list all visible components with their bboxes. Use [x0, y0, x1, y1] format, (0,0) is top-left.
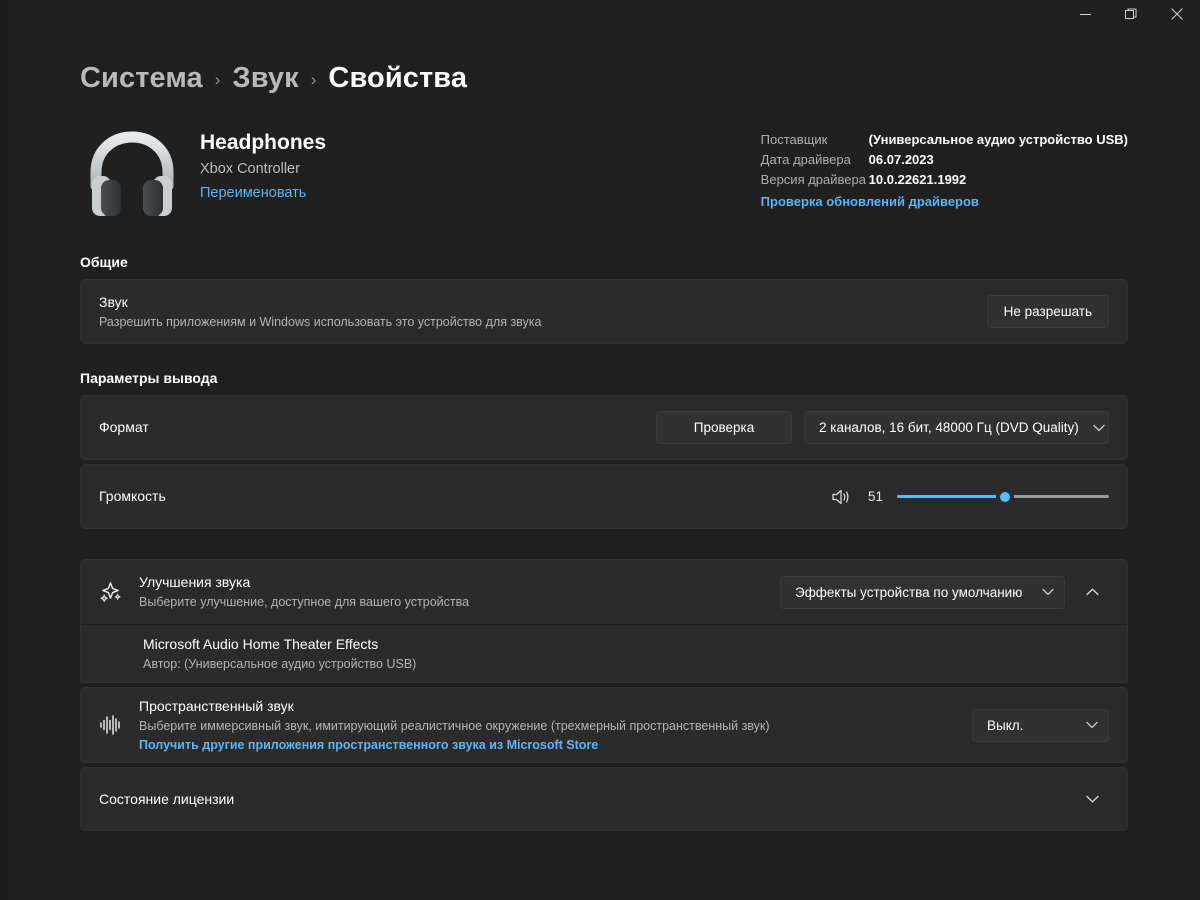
- sparkle-icon: [99, 580, 139, 604]
- volume-row-title: Громкость: [99, 488, 166, 504]
- restore-button[interactable]: [1108, 0, 1154, 28]
- speaker-icon: [832, 489, 849, 504]
- enhancements-row: Улучшения звука Выберите улучшение, дост…: [81, 560, 1127, 624]
- title-bar: [8, 0, 1200, 28]
- close-button[interactable]: [1154, 0, 1200, 28]
- license-card[interactable]: Состояние лицензии: [80, 767, 1128, 831]
- sound-card: Звук Разрешить приложениям и Windows исп…: [80, 279, 1128, 344]
- breadcrumb: Система › Звук › Свойства: [80, 28, 1128, 100]
- license-expander-button[interactable]: [1075, 782, 1109, 816]
- spatial-subtitle: Выберите иммерсивный звук, имитирующий р…: [139, 718, 770, 733]
- driver-date-row: Дата драйвера 06.07.2023: [761, 150, 1128, 170]
- enhancements-subtitle: Выберите улучшение, доступное для вашего…: [139, 595, 470, 609]
- chevron-down-icon: [1093, 424, 1105, 431]
- license-title: Состояние лицензии: [99, 790, 235, 807]
- format-row: Формат Проверка 2 каналов, 16 бит, 48000…: [81, 396, 1127, 459]
- enhancement-item-title: Microsoft Audio Home Theater Effects: [143, 635, 379, 652]
- volume-row-text: Громкость: [99, 487, 831, 506]
- format-row-text: Формат: [99, 418, 656, 437]
- spatial-dropdown-value: Выкл.: [987, 717, 1024, 733]
- sound-row: Звук Разрешить приложениям и Windows исп…: [81, 280, 1127, 343]
- spatial-store-link[interactable]: Получить другие приложения пространствен…: [139, 736, 598, 754]
- format-dropdown[interactable]: 2 каналов, 16 бит, 48000 Гц (DVD Quality…: [804, 411, 1109, 444]
- license-row-text: Состояние лицензии: [99, 790, 1065, 809]
- breadcrumb-item-sound[interactable]: Звук: [232, 62, 298, 95]
- spatial-card: Пространственный звук Выберите иммерсивн…: [80, 687, 1128, 763]
- driver-info: Поставщик (Универсальное аудио устройств…: [761, 130, 1128, 212]
- chevron-down-icon: [1042, 588, 1054, 596]
- device-subtitle: Xbox Controller: [200, 161, 300, 177]
- breadcrumb-item-system[interactable]: Система: [80, 62, 203, 95]
- spatial-dropdown[interactable]: Выкл.: [972, 708, 1109, 742]
- spatial-row-text: Пространственный звук Выберите иммерсивн…: [139, 697, 972, 754]
- driver-vendor-row: Поставщик (Универсальное аудио устройств…: [761, 130, 1128, 150]
- volume-card: Громкость 51: [80, 464, 1128, 529]
- minimize-button[interactable]: [1062, 0, 1108, 28]
- driver-version-row: Версия драйвера 10.0.22621.1992: [761, 170, 1128, 190]
- breadcrumb-item-properties: Свойства: [328, 61, 468, 94]
- disallow-button[interactable]: Не разрешать: [986, 295, 1109, 328]
- device-text: Headphones Xbox Controller Переименовать: [200, 124, 326, 228]
- format-card: Формат Проверка 2 каналов, 16 бит, 48000…: [80, 395, 1128, 460]
- slider-fill: [897, 495, 1006, 498]
- driver-vendor-label: Поставщик: [760, 132, 828, 147]
- sound-row-text: Звук Разрешить приложениям и Windows исп…: [99, 293, 987, 331]
- format-dropdown-value: 2 каналов, 16 бит, 48000 Гц (DVD Quality…: [819, 420, 1079, 435]
- chevron-up-icon: [1085, 588, 1099, 596]
- breadcrumb-separator-icon: ›: [214, 69, 221, 89]
- chevron-down-icon: [1085, 795, 1099, 803]
- volume-control: 51: [831, 487, 1109, 507]
- driver-date-value: 06.07.2023: [868, 152, 934, 167]
- section-title-output: Параметры вывода: [80, 370, 218, 386]
- sound-row-subtitle: Разрешить приложениям и Windows использо…: [99, 314, 542, 329]
- close-icon: [1171, 8, 1183, 20]
- enhancement-item-row[interactable]: Microsoft Audio Home Theater Effects Авт…: [81, 624, 1127, 682]
- enhancement-item-subtitle: Автор: (Универсальное аудио устройство U…: [143, 656, 417, 671]
- spatial-title: Пространственный звук: [139, 697, 294, 714]
- check-driver-updates-link[interactable]: Проверка обновлений драйверов: [761, 192, 1128, 212]
- settings-window: Система › Звук › Свойства Headphones Xbo…: [8, 0, 1200, 900]
- enhancements-expander-button[interactable]: [1075, 575, 1109, 609]
- rename-link[interactable]: Переименовать: [200, 182, 306, 204]
- enhancements-title: Улучшения звука: [139, 574, 251, 590]
- waveform-icon: [99, 714, 139, 736]
- restore-icon: [1124, 8, 1136, 19]
- driver-version-value: 10.0.22621.1992: [868, 172, 967, 187]
- enhancements-dropdown-value: Эффекты устройства по умолчанию: [795, 584, 1023, 600]
- enhancements-card: Улучшения звука Выберите улучшение, дост…: [80, 559, 1128, 683]
- chevron-down-icon: [1086, 721, 1098, 729]
- volume-slider[interactable]: [897, 487, 1109, 507]
- enhancements-row-text: Улучшения звука Выберите улучшение, дост…: [139, 573, 780, 611]
- license-row: Состояние лицензии: [81, 768, 1127, 830]
- driver-version-label: Версия драйвера: [760, 172, 866, 187]
- driver-vendor-value: (Универсальное аудио устройство USB): [868, 132, 1128, 147]
- device-header: Headphones Xbox Controller Переименовать…: [80, 124, 1128, 228]
- spatial-row: Пространственный звук Выберите иммерсивн…: [81, 688, 1127, 762]
- breadcrumb-separator-icon: ›: [310, 69, 317, 89]
- test-format-button[interactable]: Проверка: [656, 411, 792, 444]
- enhancements-dropdown[interactable]: Эффекты устройства по умолчанию: [780, 575, 1065, 609]
- minimize-icon: [1079, 13, 1091, 15]
- headphones-icon: [80, 124, 184, 224]
- settings-content: Система › Звук › Свойства Headphones Xbo…: [8, 28, 1200, 900]
- slider-thumb[interactable]: [996, 487, 1015, 506]
- section-title-general: Общие: [80, 254, 128, 270]
- volume-row: Громкость 51: [81, 465, 1127, 528]
- driver-date-label: Дата драйвера: [760, 152, 851, 167]
- enhancement-item-text: Microsoft Audio Home Theater Effects Авт…: [143, 635, 1109, 673]
- sound-row-title: Звук: [99, 293, 128, 310]
- format-row-title: Формат: [99, 419, 149, 435]
- device-name: Headphones: [200, 131, 327, 154]
- volume-value: 51: [867, 489, 883, 504]
